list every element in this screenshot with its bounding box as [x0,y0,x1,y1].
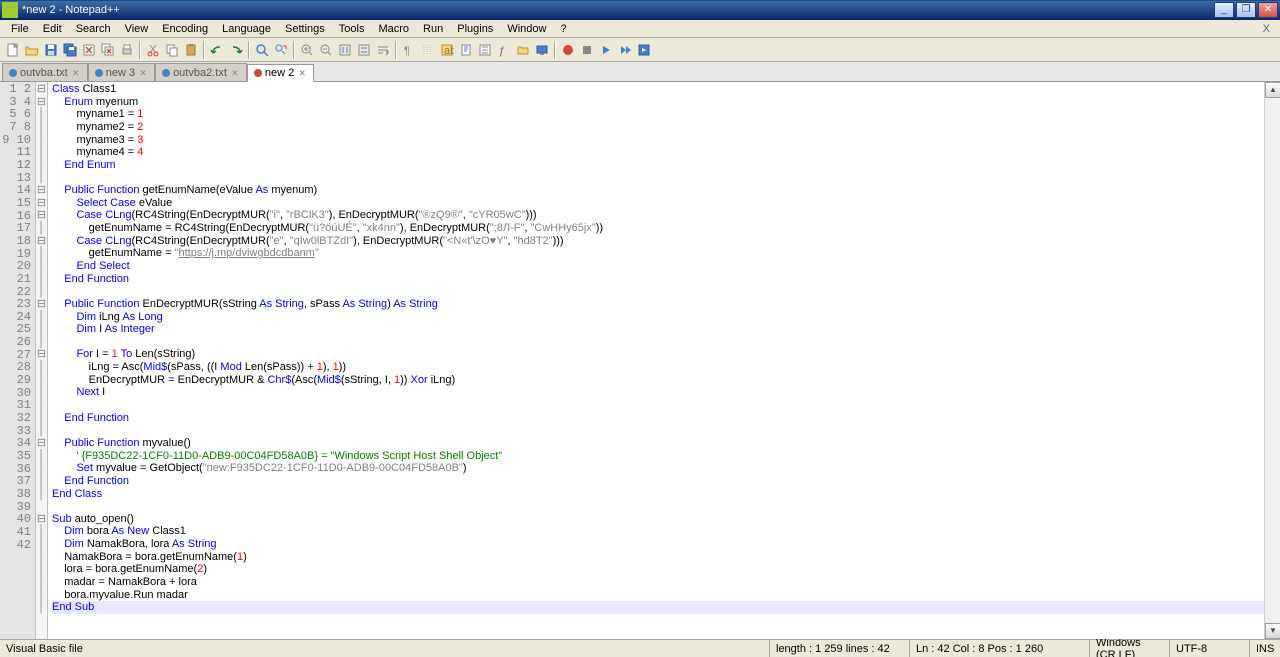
find-icon[interactable] [253,41,271,59]
svg-text:ƒ: ƒ [499,45,505,57]
save-macro-icon[interactable] [635,41,653,59]
menu-file[interactable]: File [4,21,36,37]
tab-label: new 2 [265,67,294,79]
play-multi-icon[interactable] [616,41,634,59]
monitor-icon[interactable] [533,41,551,59]
line-number-gutter: 1 2 3 4 5 6 7 8 9 10 11 12 13 14 15 16 1… [0,82,36,639]
menu-language[interactable]: Language [215,21,278,37]
zoom-out-icon[interactable] [317,41,335,59]
sync-v-icon[interactable] [336,41,354,59]
menu-macro[interactable]: Macro [371,21,416,37]
scroll-down-icon[interactable]: ▼ [1265,623,1280,639]
doc-list-icon[interactable] [476,41,494,59]
window-title: *new 2 - Notepad++ [22,4,1214,16]
tab-state-icon [95,69,103,77]
folder-view-icon[interactable] [514,41,532,59]
cut-icon[interactable] [144,41,162,59]
tab-label: new 3 [106,67,135,79]
user-lang-icon[interactable]: ab [438,41,456,59]
new-file-icon[interactable] [4,41,22,59]
tab-bar: outvba.txt✕ new 3✕ outvba2.txt✕ new 2✕ [0,62,1280,82]
tab-close-icon[interactable]: ✕ [71,68,81,78]
tab-new2[interactable]: new 2✕ [247,64,314,82]
status-filetype: Visual Basic file [0,640,770,657]
menu-run[interactable]: Run [416,21,450,37]
show-all-chars-icon[interactable]: ¶ [400,41,418,59]
tab-label: outvba2.txt [173,67,227,79]
status-length: length : 1 259 lines : 42 [770,640,910,657]
sync-h-icon[interactable] [355,41,373,59]
menu-encoding[interactable]: Encoding [155,21,215,37]
menu-tools[interactable]: Tools [332,21,372,37]
open-file-icon[interactable] [23,41,41,59]
svg-text:¶: ¶ [404,45,410,57]
toolbar: ¶ ab ƒ [0,38,1280,62]
menu-view[interactable]: View [118,21,156,37]
mdi-close-button[interactable]: X [1257,21,1276,37]
scroll-up-icon[interactable]: ▲ [1265,82,1280,98]
editor-area[interactable]: 1 2 3 4 5 6 7 8 9 10 11 12 13 14 15 16 1… [0,82,1280,639]
tab-new3[interactable]: new 3✕ [88,63,155,81]
replace-icon[interactable] [272,41,290,59]
doc-map-icon[interactable] [457,41,475,59]
save-all-icon[interactable] [61,41,79,59]
status-insert-mode: INS [1250,640,1280,657]
print-icon[interactable] [118,41,136,59]
code-content[interactable]: Class Class1 Enum myenum myname1 = 1 myn… [48,82,1280,639]
menu-search[interactable]: Search [69,21,118,37]
undo-icon[interactable] [208,41,226,59]
stop-macro-icon[interactable] [578,41,596,59]
status-eol: Windows (CR LF) [1090,640,1170,657]
menu-plugins[interactable]: Plugins [450,21,500,37]
status-encoding: UTF-8 [1170,640,1250,657]
svg-text:ab: ab [444,45,454,57]
status-bar: Visual Basic file length : 1 259 lines :… [0,639,1280,657]
tab-close-icon[interactable]: ✕ [297,68,307,78]
redo-icon[interactable] [227,41,245,59]
play-macro-icon[interactable] [597,41,615,59]
menu-bar: File Edit Search View Encoding Language … [0,20,1280,38]
paste-icon[interactable] [182,41,200,59]
wrap-icon[interactable] [374,41,392,59]
save-icon[interactable] [42,41,60,59]
tab-close-icon[interactable]: ✕ [230,68,240,78]
minimize-button[interactable]: _ [1214,2,1234,18]
maximize-button[interactable]: ❐ [1236,2,1256,18]
tab-close-icon[interactable]: ✕ [138,68,148,78]
tab-label: outvba.txt [20,67,68,79]
tab-state-icon [254,69,262,77]
status-position: Ln : 42 Col : 8 Pos : 1 260 [910,640,1090,657]
tab-outvba2[interactable]: outvba2.txt✕ [155,63,247,81]
close-file-icon[interactable] [80,41,98,59]
vertical-scrollbar[interactable]: ▲ ▼ [1264,82,1280,639]
indent-guide-icon[interactable] [419,41,437,59]
func-list-icon[interactable]: ƒ [495,41,513,59]
record-macro-icon[interactable] [559,41,577,59]
app-icon [2,2,18,18]
menu-edit[interactable]: Edit [36,21,69,37]
menu-window[interactable]: Window [500,21,553,37]
menu-help[interactable]: ? [553,21,573,37]
menu-settings[interactable]: Settings [278,21,332,37]
tab-outvba[interactable]: outvba.txt✕ [2,63,88,81]
tab-state-icon [9,69,17,77]
close-all-icon[interactable] [99,41,117,59]
close-button[interactable]: ✕ [1258,2,1278,18]
fold-column[interactable]: ⊟⊟││││││⊟⊟⊟│⊟││││⊟│││⊟││││││⊟││││⊟││││││… [36,82,48,639]
copy-icon[interactable] [163,41,181,59]
zoom-in-icon[interactable] [298,41,316,59]
tab-state-icon [162,69,170,77]
title-bar: *new 2 - Notepad++ _ ❐ ✕ [0,0,1280,20]
